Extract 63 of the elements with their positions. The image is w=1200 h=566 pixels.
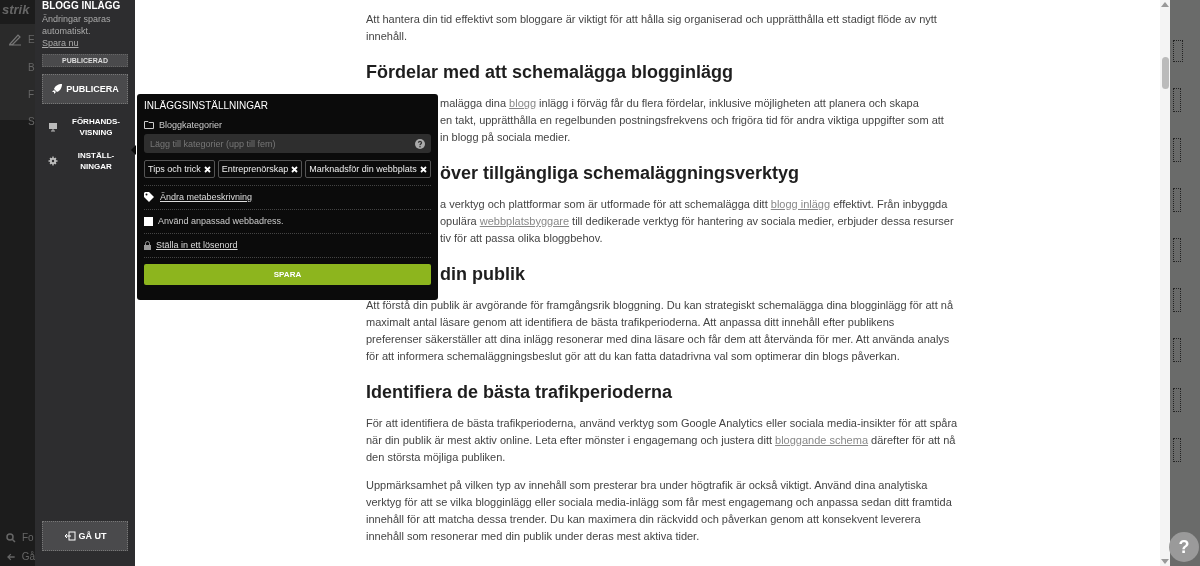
popup-title: INLÄGGSINSTÄLLNINGAR <box>144 100 269 111</box>
panel-title: BLOGG INLÄGG <box>42 0 122 11</box>
section-heading: över tillgängliga schemaläggningsverktyg <box>440 162 800 185</box>
remove-icon[interactable] <box>291 165 299 173</box>
dotted-placeholder <box>1173 288 1181 312</box>
field-label: Bloggkategorier <box>159 120 223 130</box>
exit-icon <box>63 531 76 541</box>
paragraph-text: malägga dina blogg inlägg i förväg får du flera fördelar, inklusive möjligheten att planera och skapa en takt, upprätthålla en regelbunden postningsfrekvens och frigöra tid för andra viktiga uppgifter som att in blogg på sociala medier. <box>440 96 944 145</box>
paragraph-text: Att hantera din tid effektivt som bloggare är viktigt för att hålla sig organiserad och upprätthålla ett stadigt flöde av nytt innehåll. <box>366 12 937 44</box>
paragraph-text: Att förstå din publik är avgörande för framgångsrik bloggning. Du kan strategiskt schemalägga dina blogginlägg för att nå maximalt antal läsare genom att identifiera de bästa trafikperioderna. Att anpassa ditt innehåll efter publikens preferenser säkerställer att dina inlägg resonerar med dina läsare och får dem att återvända för mer. Att använda analys för att informera schemaläggningsbeslut gör att du kan fatta datadrivna val som optimerar din blogs påverkan. <box>366 298 953 364</box>
monitor-icon <box>48 122 58 132</box>
tag-icon <box>144 192 155 202</box>
exit-button[interactable]: GÅ UT <box>42 521 128 551</box>
scroll-up-icon[interactable] <box>1161 2 1169 7</box>
dotted-placeholder <box>1173 438 1181 462</box>
dotted-placeholder <box>1173 388 1181 412</box>
save-now-link[interactable]: Spara nu <box>42 37 128 49</box>
dotted-placeholder <box>1173 238 1181 262</box>
gear-icon <box>48 156 58 166</box>
paragraph-text: Uppmärksamhet på vilken typ av innehåll som presterar bra under högtrafik är också viktigt. Använd dina analytiska verktyg för att se vilka blogginlägg eller sociala media-inlägg som får mest engagemang och anpassa sedan ditt framtida innehåll för att matcha dessa trender. Du kan maximera din räckvidd och påverkan genom att konsekvent leverera innehåll som resonerar med din publik under deras mest aktiva tider. <box>366 478 952 544</box>
checkbox-label: Använd anpassad webbadress. <box>158 216 284 226</box>
logo-text: strik <box>1 1 30 19</box>
autosave-note: Ändringar sparas automatiskt. <box>42 13 112 37</box>
tag-label: Tips och trick <box>148 164 201 174</box>
search-icon <box>6 532 16 543</box>
nav-fragment: Fo <box>22 532 34 543</box>
settings-button[interactable]: INSTÄLL-NINGAR <box>42 150 128 172</box>
remove-icon[interactable] <box>419 165 427 173</box>
nav-fragment: F <box>27 89 35 100</box>
checkbox[interactable] <box>144 216 153 226</box>
section-heading: Identifiera de bästa trafikperioderna <box>366 381 673 404</box>
remove-icon[interactable] <box>203 165 211 173</box>
nav-fragment: S <box>27 116 35 127</box>
folder-icon <box>144 121 154 129</box>
pen-icon <box>8 32 22 46</box>
arrow-left-icon <box>6 551 16 562</box>
dotted-placeholder <box>1173 88 1181 112</box>
rocket-icon <box>51 83 64 95</box>
text-link[interactable]: blogg inlägg <box>770 198 831 210</box>
scroll-down-icon[interactable] <box>1161 559 1169 564</box>
dotted-placeholder <box>1173 40 1183 62</box>
dotted-placeholder <box>1173 188 1181 212</box>
publish-button[interactable]: PUBLICERA <box>42 74 128 104</box>
paragraph-text: För att identifiera de bästa trafikperioderna, använd verktyg som Google Analytics eller sociala media-insikter för att spåra när din publik är mest aktiv online. Leta efter mönster i engagemang och justera ditt bloggande schema därefter för att nå den största möjliga publiken. <box>366 416 958 465</box>
help-icon[interactable] <box>415 138 425 149</box>
tag-label: Entreprenörskap <box>221 164 289 174</box>
password-link[interactable]: Ställa in ett lösenord <box>156 240 238 250</box>
preview-button[interactable]: FÖRHANDS-VISNING <box>42 116 128 138</box>
paragraph-text: a verktyg och plattformar som är utformade för att schemalägga ditt blogg inlägg effektivt. Från inbyggda opulära webbplatsbyggare till dedikerade verktyg för hantering av sociala medier, erbjuder dessa resurser tiv för att passa olika bloggbehov. <box>440 197 954 246</box>
nav-fragment: Gå <box>21 551 35 562</box>
tag-label: Marknadsför din webbplats <box>309 164 417 174</box>
text-link[interactable]: blogg <box>509 97 537 109</box>
lock-icon <box>144 240 151 250</box>
section-heading: din publik <box>440 263 525 286</box>
dotted-placeholder <box>1173 338 1181 362</box>
nav-fragment: B <box>27 62 35 73</box>
scrollbar-thumb[interactable] <box>1161 57 1169 89</box>
nav-fragment: E <box>28 33 35 45</box>
dotted-placeholder <box>1173 138 1181 162</box>
section-heading: Fördelar med att schemalägga blogginlägg <box>366 61 734 84</box>
meta-description-link[interactable]: Ändra metabeskrivning <box>160 192 253 202</box>
text-link[interactable]: bloggande schema <box>775 434 869 446</box>
text-link[interactable]: webbplatsbyggare <box>479 215 570 227</box>
